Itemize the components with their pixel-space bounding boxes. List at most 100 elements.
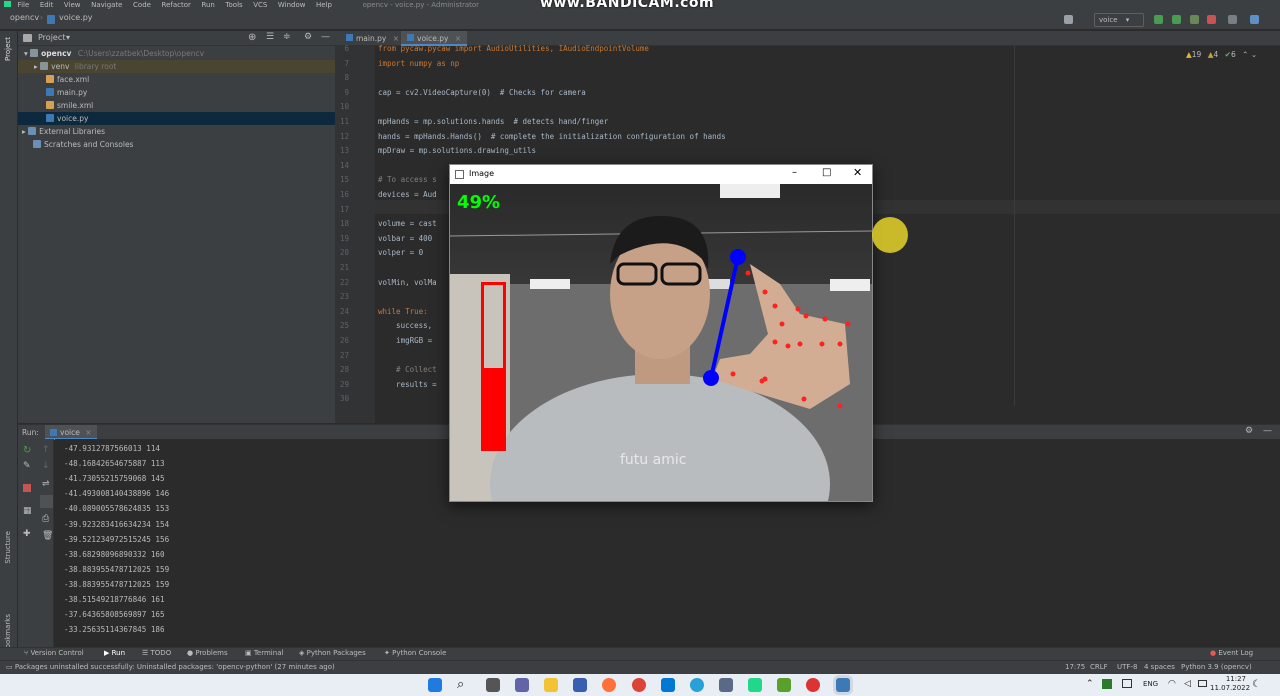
tree-item-smile-xml[interactable]: smile.xml (46, 99, 93, 112)
telegram-icon[interactable] (690, 678, 704, 692)
python-interpreter[interactable]: Python 3.9 (opencv) (1181, 663, 1252, 671)
pycharm-icon[interactable] (748, 678, 762, 692)
settings-icon[interactable] (1228, 15, 1237, 24)
chevron-down-icon[interactable]: ▾ (66, 33, 70, 42)
tree-item-main-py[interactable]: main.py (46, 86, 87, 99)
windows-start-icon[interactable] (428, 678, 442, 692)
tool-version-control[interactable]: ⑂ Version Control (24, 649, 84, 657)
locate-file-icon[interactable]: ⊕ (248, 32, 256, 43)
scroll-down-icon[interactable]: ↓ (42, 461, 50, 471)
code-line[interactable]: success, (378, 319, 432, 334)
breadcrumb-project[interactable]: opencv (10, 13, 39, 22)
gear-icon[interactable]: ⚙ (1245, 426, 1253, 436)
debug-icon[interactable] (1172, 15, 1181, 24)
menu-help[interactable]: Help (316, 2, 332, 9)
minimize-icon[interactable]: – (792, 167, 797, 178)
menu-tools[interactable]: Tools (225, 2, 242, 9)
chevron-up-icon[interactable]: ⌃ (1086, 679, 1094, 689)
code-line[interactable]: imgRGB = (378, 334, 432, 349)
trash-icon[interactable]: 🗑 (42, 531, 53, 541)
tool-problems[interactable]: ● Problems (187, 649, 228, 657)
maximize-icon[interactable]: □ (822, 167, 831, 178)
green-app-icon[interactable] (777, 678, 791, 692)
tree-root-opencv[interactable]: ▾ opencv C:\Users\zzatbek\Desktop\opencv (24, 47, 204, 60)
indent-setting[interactable]: 4 spaces (1144, 663, 1175, 671)
code-line[interactable]: volper = 0 (378, 246, 423, 261)
notifications-icon[interactable]: ☾ (1252, 679, 1261, 690)
file-encoding[interactable]: UTF-8 (1117, 663, 1137, 671)
code-line[interactable]: # Collect (378, 363, 437, 378)
hide-panel-icon[interactable]: — (1263, 426, 1272, 436)
stop-icon[interactable] (23, 484, 31, 492)
menu-view[interactable]: View (64, 2, 81, 9)
menu-edit[interactable]: Edit (40, 2, 54, 9)
expand-all-icon[interactable]: ☰ (266, 32, 274, 42)
inspection-widget[interactable]: ▲19 ▲4 ✔6 ⌃ ⌄ (1186, 50, 1257, 59)
firefox-icon[interactable] (602, 678, 616, 692)
event-log-button[interactable]: ● Event Log (1210, 649, 1253, 657)
tool-python-packages[interactable]: ◈ Python Packages (299, 649, 366, 657)
tree-item-scratches[interactable]: Scratches and Consoles (33, 138, 133, 151)
code-line[interactable]: mpHands = mp.solutions.hands # detects h… (378, 115, 608, 130)
collapse-all-icon[interactable]: ≑ (283, 32, 291, 42)
project-panel-title[interactable]: Project (38, 33, 65, 42)
chrome-icon[interactable] (632, 678, 646, 692)
wrench-icon[interactable]: ✎ (23, 461, 31, 471)
tree-item-external-libraries[interactable]: ▸ External Libraries (22, 125, 105, 138)
tool-todo[interactable]: ☰ TODO (142, 649, 171, 657)
print-icon[interactable]: ⎙ (42, 514, 49, 524)
wifi-icon[interactable]: ◠ (1168, 679, 1176, 689)
menu-navigate[interactable]: Navigate (91, 2, 122, 9)
code-line[interactable]: while True: (378, 305, 428, 320)
tool-terminal[interactable]: ▣ Terminal (245, 649, 283, 657)
task-view-icon[interactable] (486, 678, 500, 692)
python-app-icon[interactable] (836, 678, 850, 692)
layout-icon[interactable]: ▦ (23, 506, 32, 516)
settings-app-icon[interactable] (719, 678, 733, 692)
code-line[interactable]: volume = cast (378, 217, 437, 232)
code-line[interactable]: from pycaw.pycaw import AudioUtilities, … (378, 42, 649, 57)
soft-wrap-icon[interactable]: ⇌ (42, 479, 50, 489)
line-separator[interactable]: CRLF (1090, 663, 1108, 671)
rerun-icon[interactable] (1154, 15, 1163, 24)
close-icon[interactable]: × (85, 428, 91, 437)
code-line[interactable]: results = (378, 378, 437, 393)
image-window-titlebar[interactable]: Image – □ ✕ (450, 165, 872, 184)
battery-icon[interactable] (1198, 680, 1207, 687)
code-line[interactable]: volbar = 400 (378, 232, 432, 247)
language-indicator[interactable]: ENG (1143, 680, 1158, 688)
rerun-icon[interactable]: ↻ (23, 445, 31, 456)
search-icon[interactable]: ⌕ (457, 677, 464, 692)
hide-panel-icon[interactable]: — (321, 32, 330, 42)
chat-icon[interactable] (515, 678, 529, 692)
status-message[interactable]: ▭ Packages uninstalled successfully: Uni… (6, 663, 335, 671)
run-config-select[interactable]: voice ▾ (1094, 13, 1144, 27)
store-icon[interactable] (573, 678, 587, 692)
keyboard-icon[interactable] (1122, 679, 1132, 688)
clock[interactable]: 11:27 11.07.2022 (1210, 675, 1250, 693)
menu-run[interactable]: Run (201, 2, 214, 9)
bandicam-icon[interactable] (806, 678, 820, 692)
chevron-down-icon[interactable]: ⌄ (1251, 50, 1257, 59)
tree-item-voice-py[interactable]: voice.py (18, 112, 335, 125)
chevron-up-icon[interactable]: ⌃ (1242, 50, 1248, 59)
code-line[interactable]: # To access s (378, 173, 437, 188)
menu-window[interactable]: Window (278, 2, 306, 9)
menu-vcs[interactable]: VCS (253, 2, 267, 9)
scroll-up-icon[interactable]: ↑ (42, 445, 50, 455)
breadcrumb-file[interactable]: voice.py (59, 13, 93, 22)
code-line[interactable]: cap = cv2.VideoCapture(0) # Checks for c… (378, 86, 586, 101)
stop-icon[interactable] (1207, 15, 1216, 24)
code-line[interactable]: mpDraw = mp.solutions.drawing_utils (378, 144, 536, 159)
project-tool-button[interactable]: Project (4, 37, 12, 61)
tree-item-face-xml[interactable]: face.xml (46, 73, 89, 86)
coverage-icon[interactable] (1190, 15, 1199, 24)
close-icon[interactable]: ✕ (853, 166, 862, 179)
menu-refactor[interactable]: Refactor (162, 2, 191, 9)
structure-tool-button[interactable]: Structure (4, 531, 12, 564)
code-line[interactable]: import numpy as np (378, 57, 459, 72)
vscode-icon[interactable] (661, 678, 675, 692)
tray-app-icon[interactable] (1102, 679, 1112, 689)
file-explorer-icon[interactable] (544, 678, 558, 692)
image-window[interactable]: Image – □ ✕ futu amic (449, 164, 873, 502)
